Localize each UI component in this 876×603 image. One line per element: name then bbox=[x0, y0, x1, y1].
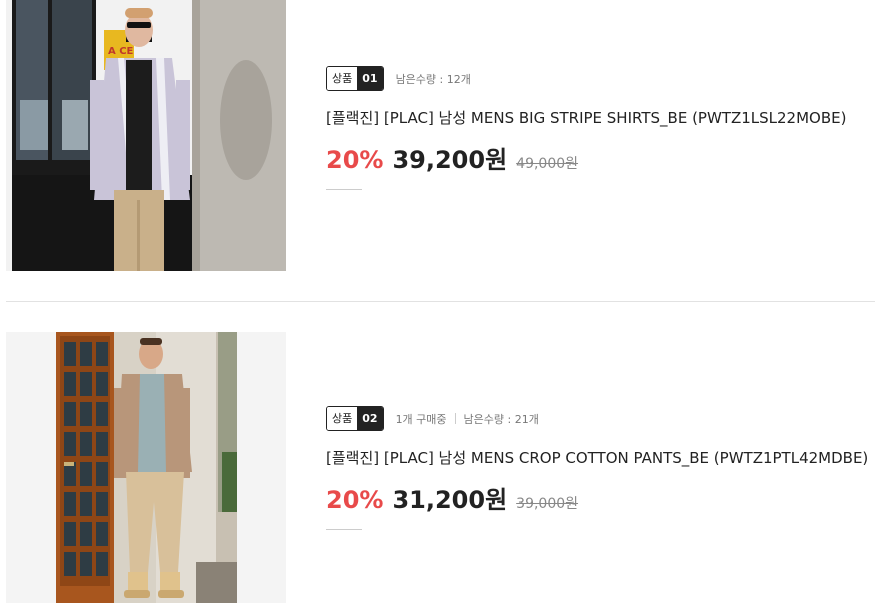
product-photo-striped-shirt: A CE bbox=[6, 0, 286, 271]
original-price: 49,000원 bbox=[516, 156, 579, 172]
product-name[interactable]: [플랙진] [PLAC] 남성 MENS BIG STRIPE SHIRTS_B… bbox=[326, 107, 846, 128]
product-name[interactable]: [플랙진] [PLAC] 남성 MENS CROP COTTON PANTS_B… bbox=[326, 447, 868, 468]
product-meta: 남은수량 : 12개 bbox=[396, 71, 471, 87]
meta-separator bbox=[454, 413, 456, 424]
discount-rate: 20% bbox=[326, 486, 384, 514]
product-meta: 1개 구매중 남은수량 : 21개 bbox=[396, 411, 539, 427]
product-divider bbox=[6, 301, 875, 302]
svg-text:A CE: A CE bbox=[108, 46, 134, 57]
product-image-2[interactable] bbox=[6, 332, 286, 603]
price-underline bbox=[326, 189, 362, 190]
discount-rate: 20% bbox=[326, 146, 384, 174]
badge-number: 01 bbox=[357, 67, 383, 90]
price-underline bbox=[326, 529, 362, 530]
badge-label: 상품 bbox=[327, 407, 358, 430]
price-row: 20% 39,200원 49,000원 bbox=[326, 140, 846, 175]
product-item-1[interactable]: A CE 상품 01 남은수량 : 12개 [플랙진] [PLAC] 남성 ME… bbox=[0, 0, 876, 271]
badge-number: 02 bbox=[357, 407, 383, 430]
product-item-2[interactable]: 상품 02 1개 구매중 남은수량 : 21개 [플랙진] [PLAC] 남성 … bbox=[0, 332, 876, 603]
product-tag-row: 상품 01 남은수량 : 12개 bbox=[326, 66, 846, 91]
badge-label: 상품 bbox=[327, 67, 358, 90]
product-number-badge: 상품 02 bbox=[326, 406, 384, 431]
purchasing-count: 1개 구매중 bbox=[395, 412, 447, 426]
price-row: 20% 31,200원 39,000원 bbox=[326, 480, 868, 515]
sale-price: 31,200원 bbox=[392, 486, 508, 514]
product-image-1[interactable]: A CE bbox=[6, 0, 286, 271]
product-tag-row: 상품 02 1개 구매중 남은수량 : 21개 bbox=[326, 406, 868, 431]
sale-price: 39,200원 bbox=[392, 146, 508, 174]
product-number-badge: 상품 01 bbox=[326, 66, 384, 91]
original-price: 39,000원 bbox=[516, 496, 579, 512]
remaining-quantity: 남은수량 : 21개 bbox=[463, 412, 539, 426]
product-info-2: 상품 02 1개 구매중 남은수량 : 21개 [플랙진] [PLAC] 남성 … bbox=[326, 406, 868, 530]
product-photo-cotton-pants bbox=[6, 332, 286, 603]
product-info-1: 상품 01 남은수량 : 12개 [플랙진] [PLAC] 남성 MENS BI… bbox=[326, 66, 846, 190]
remaining-quantity: 남은수량 : 12개 bbox=[395, 72, 471, 86]
